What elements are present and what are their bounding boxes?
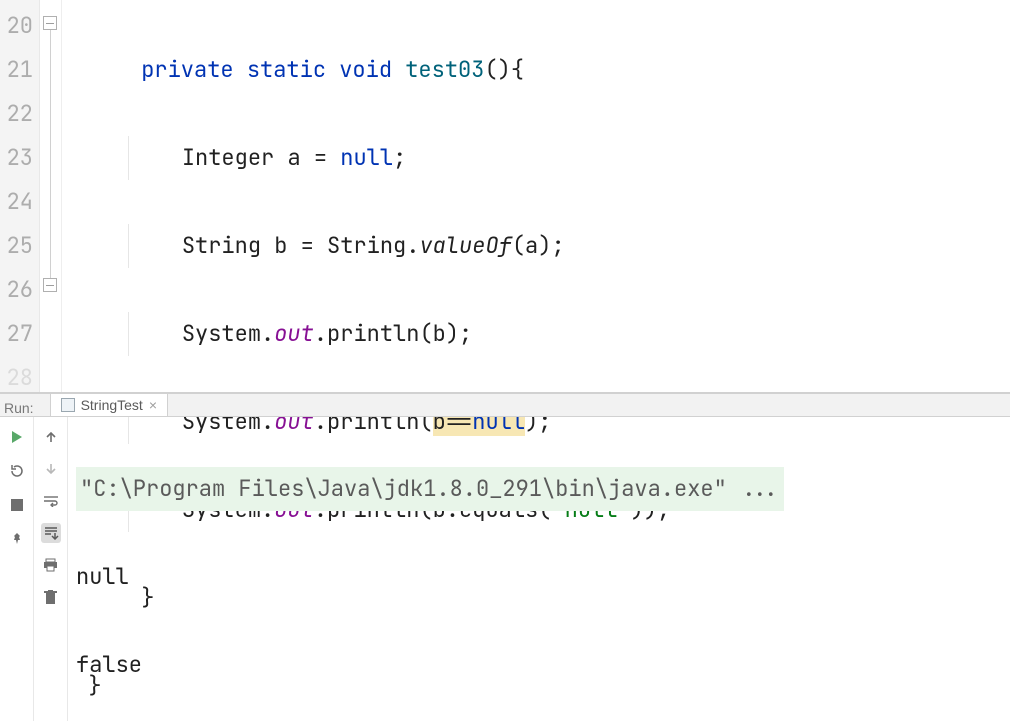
run-tab-bar: Run: StringTest × [0, 394, 1010, 417]
code-text: System. [182, 319, 274, 348]
code-line[interactable]: System.out.println(b); [62, 312, 1010, 356]
run-icon[interactable] [7, 427, 27, 447]
keyword-private: private [141, 55, 233, 84]
code-editor[interactable]: 20 21 22 23 24 25 26 27 28 private stati… [0, 0, 1010, 392]
trash-icon[interactable] [41, 587, 61, 607]
line-number: 20 [0, 4, 33, 48]
line-number: 24 [0, 180, 33, 224]
run-tool-window: Run: StringTest × "C:\Program Files\Java… [0, 392, 1010, 721]
line-number: 22 [0, 92, 33, 136]
scroll-to-end-icon[interactable] [41, 523, 61, 543]
command-line: "C:\Program Files\Java\jdk1.8.0_291\bin\… [76, 467, 784, 511]
arrow-up-icon[interactable] [41, 427, 61, 447]
fold-guide-line [50, 30, 51, 278]
code-text: .println(b); [314, 319, 472, 348]
console-line: "C:\Program Files\Java\jdk1.8.0_291\bin\… [76, 467, 1010, 511]
run-left-toolbar [0, 417, 34, 721]
field-out: out [274, 319, 314, 348]
keyword-void: void [339, 55, 392, 84]
code-line[interactable]: Integer a = null; [62, 136, 1010, 180]
run-config-icon [61, 398, 75, 412]
line-number: 27 [0, 312, 33, 356]
arrow-down-icon[interactable] [41, 459, 61, 479]
code-text: (a); [512, 231, 565, 260]
run-config-name: StringTest [81, 397, 143, 413]
code-text: = String. [287, 231, 419, 260]
run-side-toolbar [34, 417, 68, 721]
line-number: 28 [0, 356, 33, 400]
code-text: Integer [182, 143, 274, 172]
soft-wrap-icon[interactable] [41, 491, 61, 511]
console-line: null [76, 555, 1010, 599]
console-line: false [76, 643, 1010, 687]
fold-collapse-icon[interactable] [43, 278, 57, 292]
code-text: String [182, 231, 261, 260]
code-line[interactable]: private static void test03(){ [62, 48, 1010, 92]
line-number: 23 [0, 136, 33, 180]
print-icon[interactable] [41, 555, 61, 575]
code-area[interactable]: private static void test03(){ Integer a … [62, 0, 1010, 392]
keyword-static: static [247, 55, 326, 84]
rerun-icon[interactable] [7, 461, 27, 481]
line-number: 21 [0, 48, 33, 92]
code-text: ; [393, 143, 406, 172]
code-text: b [274, 231, 287, 260]
console-output[interactable]: "C:\Program Files\Java\jdk1.8.0_291\bin\… [68, 417, 1010, 721]
code-text: = [301, 143, 341, 172]
code-line[interactable]: String b = String.valueOf(a); [62, 224, 1010, 268]
close-tab-icon[interactable]: × [149, 397, 157, 413]
keyword-null: null [340, 143, 393, 172]
pin-icon[interactable] [7, 529, 27, 549]
fold-collapse-icon[interactable] [43, 16, 57, 30]
line-number-gutter: 20 21 22 23 24 25 26 27 28 [0, 0, 40, 392]
method-call: valueOf [419, 231, 511, 260]
code-text: (){ [484, 55, 524, 84]
run-config-tab[interactable]: StringTest × [50, 394, 168, 416]
code-text: a [287, 143, 300, 172]
stop-icon[interactable] [7, 495, 27, 515]
fold-gutter[interactable] [40, 0, 62, 392]
method-name: test03 [405, 55, 484, 84]
line-number: 25 [0, 224, 33, 268]
line-number: 26 [0, 268, 33, 312]
